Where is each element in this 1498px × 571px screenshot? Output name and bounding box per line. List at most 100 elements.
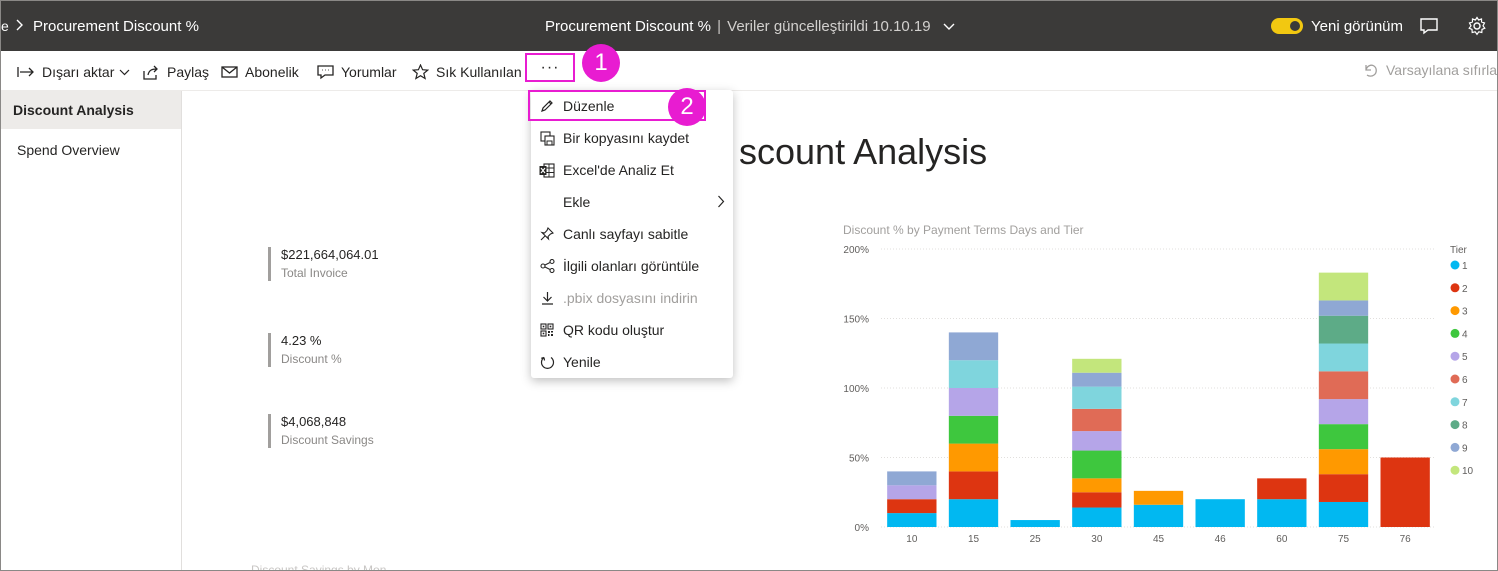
menu-item-view-related[interactable]: İlgili olanları görüntüle xyxy=(531,250,733,282)
bar-segment[interactable] xyxy=(1257,478,1307,500)
bar-segment[interactable] xyxy=(1072,507,1122,527)
bar-segment[interactable] xyxy=(1133,504,1184,527)
comment-icon xyxy=(317,64,334,79)
bar-segment[interactable] xyxy=(1195,499,1245,527)
bar-segment[interactable] xyxy=(887,499,937,514)
share-button[interactable]: Paylaş xyxy=(143,62,209,82)
bar-segment[interactable] xyxy=(1010,520,1060,527)
bar-segment[interactable] xyxy=(948,443,999,472)
bar-segment[interactable] xyxy=(1318,272,1369,301)
bar-segment[interactable] xyxy=(948,360,999,388)
report-name: Procurement Discount % xyxy=(545,18,711,35)
menu-item-label: .pbix dosyasını indirin xyxy=(563,290,698,306)
menu-item-insert[interactable]: Ekle xyxy=(531,186,733,218)
y-tick-label: 50% xyxy=(849,454,869,465)
data-updated-text: Veriler güncelleştirildi 10.10.19 xyxy=(727,18,931,35)
bar-segment[interactable] xyxy=(1318,315,1369,344)
menu-item-refresh[interactable]: Yenile xyxy=(531,346,733,378)
action-bar: Dışarı aktar Paylaş Abonelik Yorumlar Sı… xyxy=(1,51,1497,91)
more-options-label: ··· xyxy=(540,58,560,76)
bar-segment[interactable] xyxy=(1072,478,1122,493)
bar-segment[interactable] xyxy=(887,485,937,500)
bar-segment[interactable] xyxy=(1257,499,1307,527)
menu-item-label: Canlı sayfayı sabitle xyxy=(563,226,689,242)
excel-icon xyxy=(539,162,555,178)
bar-segment[interactable] xyxy=(948,388,999,416)
breadcrumb-report[interactable]: Procurement Discount % xyxy=(33,18,199,35)
bar-segment[interactable] xyxy=(887,471,937,486)
legend-marker xyxy=(1450,442,1460,452)
stacked-bar-chart[interactable]: 0%50%100%150%200%10 15 25 30 45 46 60 75 76Tier1… xyxy=(831,239,1491,549)
bar-segment[interactable] xyxy=(1072,386,1122,409)
bar-segment[interactable] xyxy=(1072,408,1122,432)
save-copy-icon xyxy=(539,130,555,146)
more-options-button[interactable]: ··· xyxy=(525,53,575,82)
legend-label: 9 xyxy=(1462,443,1468,454)
menu-item-label: QR kodu oluştur xyxy=(563,322,665,338)
subscribe-label: Abonelik xyxy=(245,64,299,80)
chevron-down-icon[interactable] xyxy=(943,23,955,31)
new-look-label: Yeni görünüm xyxy=(1311,18,1404,35)
menu-item-save-copy[interactable]: Bir kopyasını kaydet xyxy=(531,122,733,154)
comments-button[interactable]: Yorumlar xyxy=(317,62,397,82)
bar-segment[interactable] xyxy=(948,332,999,361)
bar-segment[interactable] xyxy=(1318,501,1369,527)
menu-item-label: Excel'de Analiz Et xyxy=(563,162,674,178)
favorite-button[interactable]: Sık Kullanılan xyxy=(412,62,522,82)
refresh-icon xyxy=(539,354,555,370)
page-tab-discount-analysis[interactable]: Discount Analysis xyxy=(1,91,181,129)
bar-segment[interactable] xyxy=(1072,492,1122,508)
legend-label: 6 xyxy=(1462,375,1468,386)
kpi-label: Discount Savings xyxy=(281,433,374,447)
comment-icon[interactable] xyxy=(1419,16,1439,36)
bar-segment[interactable] xyxy=(887,513,937,527)
bar-segment[interactable] xyxy=(1318,399,1369,425)
legend-marker xyxy=(1450,420,1460,430)
export-button[interactable]: Dışarı aktar xyxy=(17,62,130,82)
menu-item-label: Bir kopyasını kaydet xyxy=(563,130,690,146)
gear-icon[interactable] xyxy=(1467,16,1487,36)
bar-segment[interactable] xyxy=(1072,450,1122,479)
bar-segment[interactable] xyxy=(1318,343,1369,372)
chevron-right-icon xyxy=(718,195,725,208)
legend-marker xyxy=(1450,328,1460,338)
bar-segment[interactable] xyxy=(948,471,999,500)
undo-icon xyxy=(1365,64,1377,77)
new-look-toggle[interactable] xyxy=(1271,18,1303,34)
legend-marker xyxy=(1450,351,1460,361)
bar-segment[interactable] xyxy=(1072,358,1122,373)
subscribe-button[interactable]: Abonelik xyxy=(221,62,299,82)
bar-segment[interactable] xyxy=(948,499,999,527)
bar-segment[interactable] xyxy=(1318,424,1369,450)
bar-segment[interactable] xyxy=(1133,490,1184,505)
mail-icon xyxy=(221,66,238,78)
legend-marker xyxy=(1450,306,1460,316)
menu-item-pin-live-page[interactable]: Canlı sayfayı sabitle xyxy=(531,218,733,250)
bar-segment[interactable] xyxy=(1318,300,1369,316)
x-tick-label: 75 xyxy=(1338,534,1350,545)
bar-segment[interactable] xyxy=(1072,431,1122,451)
chevron-down-icon xyxy=(119,69,130,75)
header-separator: | xyxy=(717,18,721,35)
kpi-card-discount-pct[interactable]: 4.23 % Discount % xyxy=(268,333,468,367)
kpi-card-total-invoice[interactable]: $221,664,064.01 Total Invoice xyxy=(268,247,468,281)
breadcrumb-truncated[interactable]: e xyxy=(1,18,9,34)
menu-item-generate-qr[interactable]: QR kodu oluştur xyxy=(531,314,733,346)
report-header[interactable]: Procurement Discount % | Veriler güncell… xyxy=(545,18,955,35)
y-tick-label: 200% xyxy=(843,245,869,256)
bar-segment[interactable] xyxy=(1318,371,1369,400)
bar-segment[interactable] xyxy=(948,415,999,444)
share-icon xyxy=(143,65,158,80)
bar-segment[interactable] xyxy=(1072,372,1122,387)
menu-item-analyze-excel[interactable]: Excel'de Analiz Et xyxy=(531,154,733,186)
bar-segment[interactable] xyxy=(1318,474,1369,502)
reset-to-default-button[interactable]: Varsayılana sıfırla xyxy=(1363,62,1497,78)
bar-segment[interactable] xyxy=(1380,457,1430,528)
menu-item-label: Yenile xyxy=(563,354,601,370)
x-tick-label: 15 xyxy=(968,534,980,545)
kpi-card-discount-savings[interactable]: $4,068,848 Discount Savings xyxy=(268,414,468,448)
page-tab-spend-overview[interactable]: Spend Overview xyxy=(1,131,181,169)
callout-1: 1 xyxy=(582,44,620,82)
bar-segment[interactable] xyxy=(1318,449,1369,475)
download-icon xyxy=(539,290,555,306)
